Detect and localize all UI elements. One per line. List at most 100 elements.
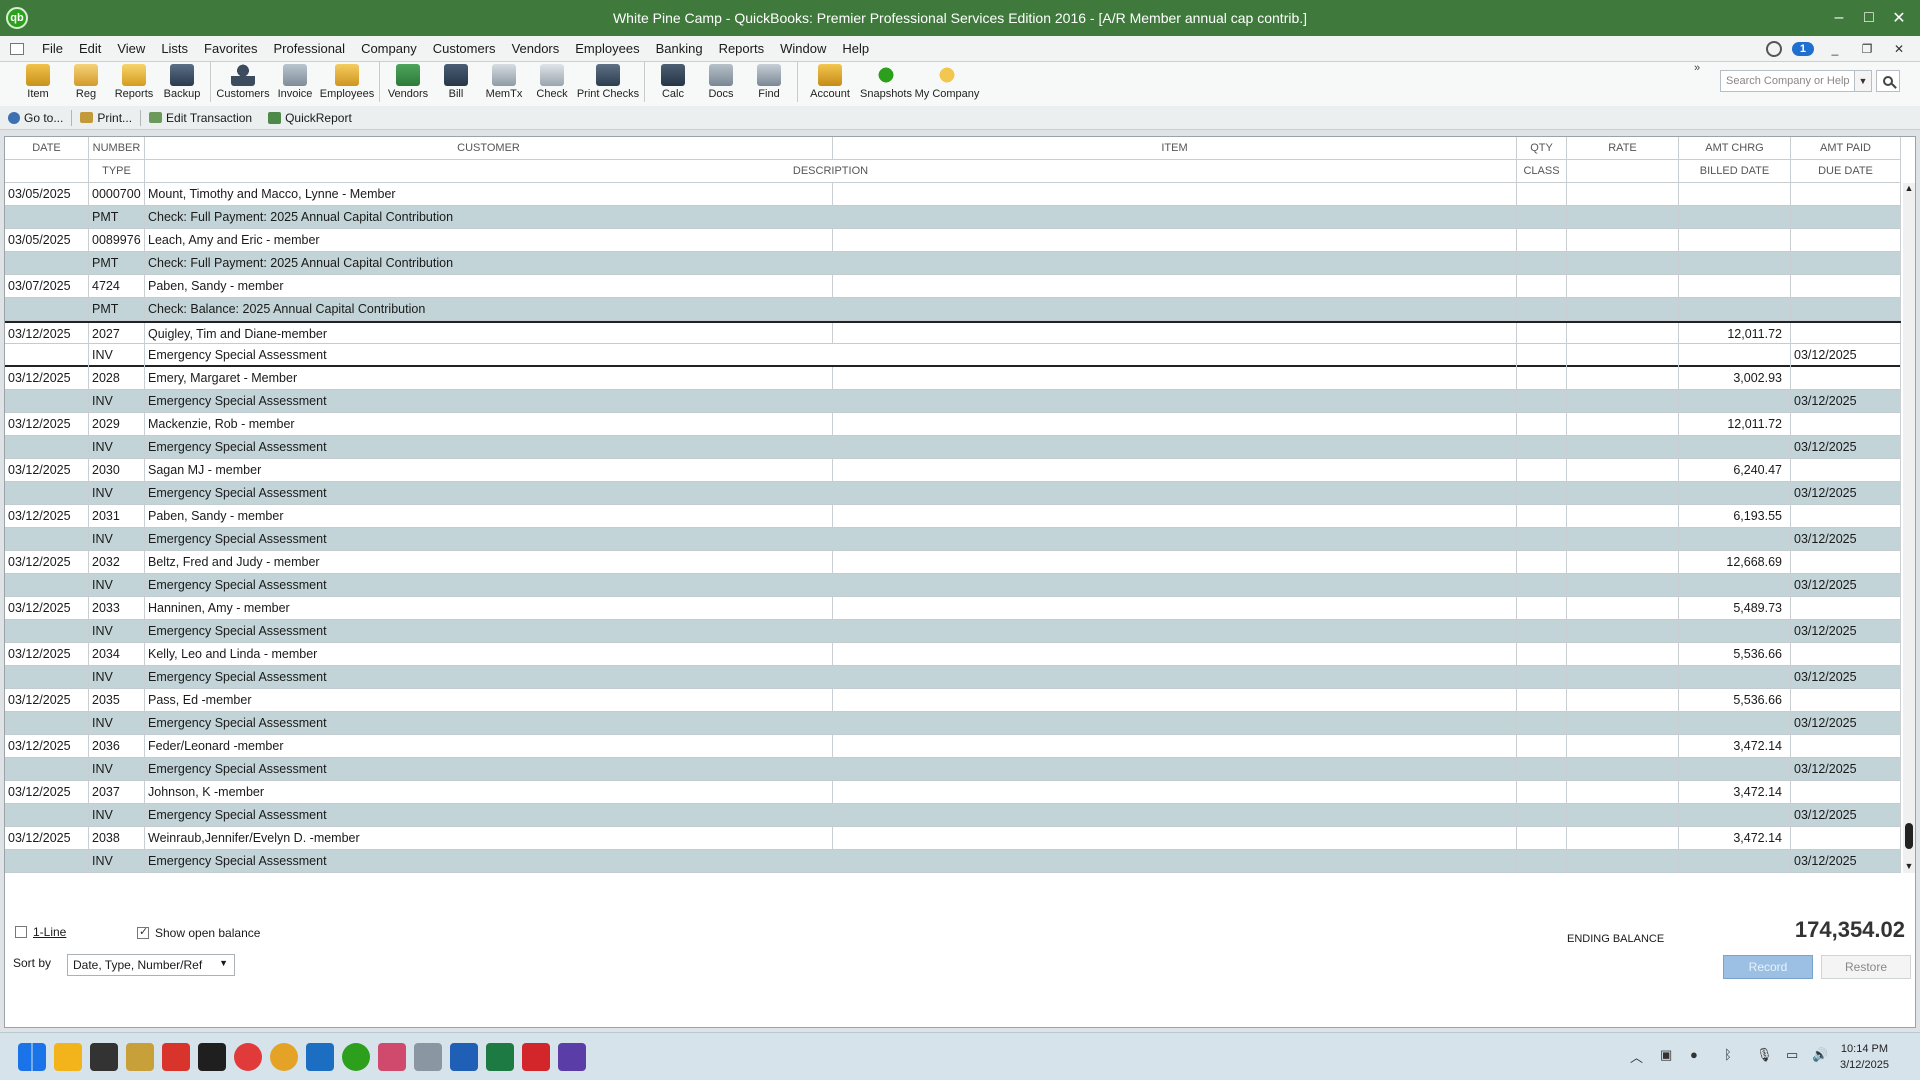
tray-overflow-icon[interactable]: ︿ bbox=[1630, 1047, 1643, 1066]
table-row-detail[interactable]: INV Emergency Special Assessment 03/12/202… bbox=[5, 344, 1901, 367]
rate-cell[interactable] bbox=[1567, 413, 1679, 436]
description-cell[interactable]: Emergency Special Assessment bbox=[145, 666, 1517, 689]
item-cell[interactable] bbox=[833, 183, 1517, 206]
rate-cell[interactable] bbox=[1567, 367, 1679, 390]
document-menu-icon[interactable] bbox=[10, 42, 24, 55]
class-cell[interactable] bbox=[1517, 712, 1567, 735]
amt-paid-cell[interactable] bbox=[1791, 229, 1901, 252]
blank-cell[interactable] bbox=[5, 666, 89, 689]
blank-cell[interactable] bbox=[5, 482, 89, 505]
due-date-cell[interactable] bbox=[1791, 252, 1901, 275]
table-row[interactable]: 03/12/2025 2035 Pass, Ed -member 5,536.66 bbox=[5, 689, 1901, 712]
toolbar-check-button[interactable]: Check bbox=[528, 62, 576, 100]
date-cell[interactable]: 03/12/2025 bbox=[5, 643, 89, 666]
one-line-toggle[interactable]: 1-Line bbox=[15, 925, 66, 939]
quickbooks-app-icon[interactable]: qb bbox=[6, 7, 28, 29]
description-cell[interactable]: Emergency Special Assessment bbox=[145, 712, 1517, 735]
table-row[interactable]: 03/12/2025 2036 Feder/Leonard -member 3,472… bbox=[5, 735, 1901, 758]
restore-button[interactable]: Restore bbox=[1821, 955, 1911, 979]
menu-window[interactable]: Window bbox=[772, 41, 834, 56]
table-row[interactable]: 03/12/2025 2029 Mackenzie, Rob - member 12,… bbox=[5, 413, 1901, 436]
minimize-icon[interactable]: – bbox=[1824, 9, 1854, 27]
blank-cell[interactable] bbox=[5, 436, 89, 459]
billed-date-cell[interactable] bbox=[1679, 482, 1791, 505]
table-row[interactable]: 03/12/2025 2038 Weinraub,Jennifer/Evelyn D… bbox=[5, 827, 1901, 850]
table-row[interactable]: 03/05/2025 0089976 Leach, Amy and Eric - m… bbox=[5, 229, 1901, 252]
file-explorer-icon[interactable] bbox=[54, 1043, 82, 1071]
class-cell[interactable] bbox=[1517, 436, 1567, 459]
table-row-detail[interactable]: PMT Check: Full Payment: 2025 Annual Capi… bbox=[5, 252, 1901, 275]
rate-cell[interactable] bbox=[1567, 505, 1679, 528]
class-cell[interactable] bbox=[1517, 758, 1567, 781]
table-row[interactable]: 03/12/2025 2032 Beltz, Fred and Judy - mem… bbox=[5, 551, 1901, 574]
due-date-cell[interactable]: 03/12/2025 bbox=[1791, 620, 1901, 643]
search-input[interactable]: Search Company or Help bbox=[1720, 70, 1872, 92]
system-clock[interactable]: 10:14 PM 3/12/2025 bbox=[1840, 1041, 1889, 1073]
sort-by-select[interactable]: Date, Type, Number/Ref ▼ bbox=[67, 954, 235, 976]
customer-cell[interactable]: Mackenzie, Rob - member bbox=[145, 413, 833, 436]
customer-cell[interactable]: Kelly, Leo and Linda - member bbox=[145, 643, 833, 666]
date-cell[interactable]: 03/12/2025 bbox=[5, 735, 89, 758]
reminders-icon[interactable] bbox=[1765, 40, 1782, 57]
amt-paid-cell[interactable] bbox=[1791, 597, 1901, 620]
table-row-detail[interactable]: PMT Check: Full Payment: 2025 Annual Capi… bbox=[5, 206, 1901, 229]
class-cell[interactable] bbox=[1517, 574, 1567, 597]
toolbar-overflow-icon[interactable]: » bbox=[1694, 62, 1700, 74]
amt-paid-cell[interactable] bbox=[1791, 689, 1901, 712]
rate-cell[interactable] bbox=[1567, 689, 1679, 712]
billed-date-cell[interactable] bbox=[1679, 252, 1791, 275]
vertical-scrollbar[interactable]: ▲ ▼ bbox=[1903, 183, 1915, 873]
description-cell[interactable]: Emergency Special Assessment bbox=[145, 390, 1517, 413]
table-row[interactable]: 03/12/2025 2031 Paben, Sandy - member 6,193… bbox=[5, 505, 1901, 528]
class-cell[interactable] bbox=[1517, 390, 1567, 413]
rate-cell[interactable] bbox=[1567, 735, 1679, 758]
table-row-detail[interactable]: INV Emergency Special Assessment 03/12/202… bbox=[5, 390, 1901, 413]
type-cell[interactable]: PMT bbox=[89, 252, 145, 275]
item-cell[interactable] bbox=[833, 505, 1517, 528]
amt-paid-cell[interactable] bbox=[1791, 323, 1901, 346]
number-cell[interactable]: 2032 bbox=[89, 551, 145, 574]
table-row-detail[interactable]: INV Emergency Special Assessment 03/12/202… bbox=[5, 758, 1901, 781]
billed-date-cell[interactable] bbox=[1679, 574, 1791, 597]
item-cell[interactable] bbox=[833, 275, 1517, 298]
outlook-icon[interactable] bbox=[306, 1043, 334, 1071]
menu-banking[interactable]: Banking bbox=[648, 41, 711, 56]
billed-date-cell[interactable] bbox=[1679, 666, 1791, 689]
close-icon[interactable]: ✕ bbox=[1884, 8, 1914, 28]
type-cell[interactable]: INV bbox=[89, 344, 145, 367]
toolbar-print-checks-button[interactable]: Print Checks bbox=[576, 62, 640, 100]
qty-cell[interactable] bbox=[1517, 275, 1567, 298]
blank-cell[interactable] bbox=[1567, 482, 1679, 505]
mdi-close-icon[interactable]: ✕ bbox=[1888, 42, 1910, 56]
qty-cell[interactable] bbox=[1517, 183, 1567, 206]
menu-customers[interactable]: Customers bbox=[425, 41, 504, 56]
quickreport-button[interactable]: QuickReport bbox=[260, 111, 360, 125]
description-cell[interactable]: Emergency Special Assessment bbox=[145, 850, 1517, 873]
table-row[interactable]: 03/12/2025 2037 Johnson, K -member 3,472.14 bbox=[5, 781, 1901, 804]
alerts-badge[interactable]: 1 bbox=[1791, 41, 1814, 56]
menu-favorites[interactable]: Favorites bbox=[196, 41, 265, 56]
number-cell[interactable]: 2029 bbox=[89, 413, 145, 436]
date-cell[interactable]: 03/05/2025 bbox=[5, 183, 89, 206]
header-description[interactable]: DESCRIPTION bbox=[145, 160, 1517, 183]
mdi-restore-icon[interactable]: ❐ bbox=[1856, 42, 1878, 56]
customer-cell[interactable]: Leach, Amy and Eric - member bbox=[145, 229, 833, 252]
word-icon[interactable] bbox=[450, 1043, 478, 1071]
customer-cell[interactable]: Johnson, K -member bbox=[145, 781, 833, 804]
number-cell[interactable]: 2034 bbox=[89, 643, 145, 666]
header-class[interactable]: CLASS bbox=[1517, 160, 1567, 183]
bluetooth-icon[interactable]: ᛒ bbox=[1724, 1047, 1732, 1062]
menu-view[interactable]: View bbox=[109, 41, 153, 56]
amt-paid-cell[interactable] bbox=[1791, 551, 1901, 574]
vivaldi-icon[interactable] bbox=[234, 1043, 262, 1071]
table-row[interactable]: 03/05/2025 0000700 Mount, Timothy and Macc… bbox=[5, 183, 1901, 206]
item-cell[interactable] bbox=[833, 413, 1517, 436]
due-date-cell[interactable]: 03/12/2025 bbox=[1791, 528, 1901, 551]
blank-cell[interactable] bbox=[5, 758, 89, 781]
amt-chrg-cell[interactable]: 5,536.66 bbox=[1679, 643, 1791, 666]
table-row-detail[interactable]: INV Emergency Special Assessment 03/12/202… bbox=[5, 574, 1901, 597]
customer-cell[interactable]: Emery, Margaret - Member bbox=[145, 367, 833, 390]
number-cell[interactable]: 2027 bbox=[89, 323, 145, 346]
description-cell[interactable]: Emergency Special Assessment bbox=[145, 436, 1517, 459]
amt-paid-cell[interactable] bbox=[1791, 183, 1901, 206]
